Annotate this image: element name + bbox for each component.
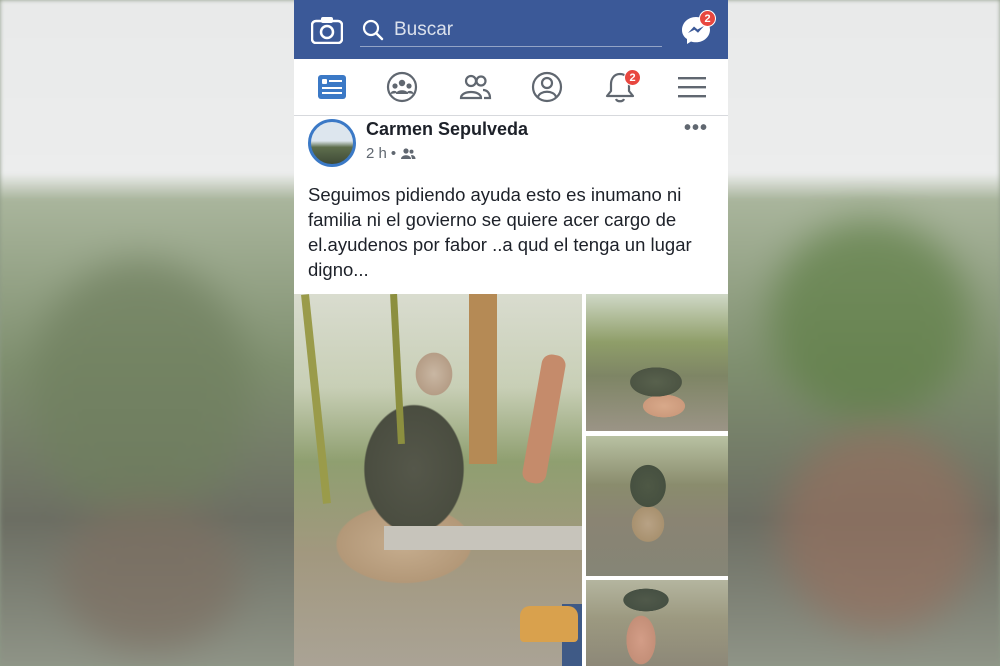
background-blob	[30, 260, 250, 520]
post-photo-main[interactable]	[294, 294, 582, 666]
post-text: Seguimos pidiendo ayuda esto es inumano …	[308, 184, 692, 280]
news-feed-icon[interactable]	[314, 69, 350, 105]
background-blob	[60, 500, 240, 650]
facebook-mobile-screen: 2	[294, 0, 728, 666]
profile-icon[interactable]	[529, 69, 565, 105]
top-bar: 2	[294, 0, 728, 59]
friends-audience-icon	[401, 147, 416, 159]
messenger-badge: 2	[699, 10, 716, 27]
post-photo-2[interactable]	[586, 294, 728, 431]
hamburger-menu-icon[interactable]	[674, 69, 710, 105]
navigation-bar: 2	[294, 59, 728, 116]
post-photo-3[interactable]	[586, 436, 728, 576]
background-blob	[780, 430, 980, 630]
background-blob	[770, 220, 970, 420]
post-timestamp[interactable]: 2 h	[366, 145, 387, 162]
search-icon	[362, 19, 384, 41]
search-bar[interactable]	[360, 14, 662, 47]
friends-icon[interactable]	[457, 69, 493, 105]
photo-detail	[301, 294, 331, 504]
groups-icon[interactable]	[384, 69, 420, 105]
photo-detail	[469, 294, 497, 464]
post-options-button[interactable]: •••	[684, 117, 708, 140]
post-photo-4[interactable]	[586, 580, 728, 666]
photo-detail	[520, 606, 578, 642]
camera-icon[interactable]	[311, 16, 343, 44]
photo-detail	[520, 352, 568, 486]
notifications-badge: 2	[624, 69, 641, 86]
author-avatar[interactable]	[308, 119, 356, 167]
photo-detail	[390, 294, 405, 445]
post-meta: 2 h •	[366, 145, 416, 162]
meta-separator: •	[390, 145, 397, 162]
photo-detail	[384, 526, 582, 550]
search-input[interactable]	[394, 19, 644, 41]
post-author-name[interactable]: Carmen Sepulveda	[366, 119, 528, 140]
